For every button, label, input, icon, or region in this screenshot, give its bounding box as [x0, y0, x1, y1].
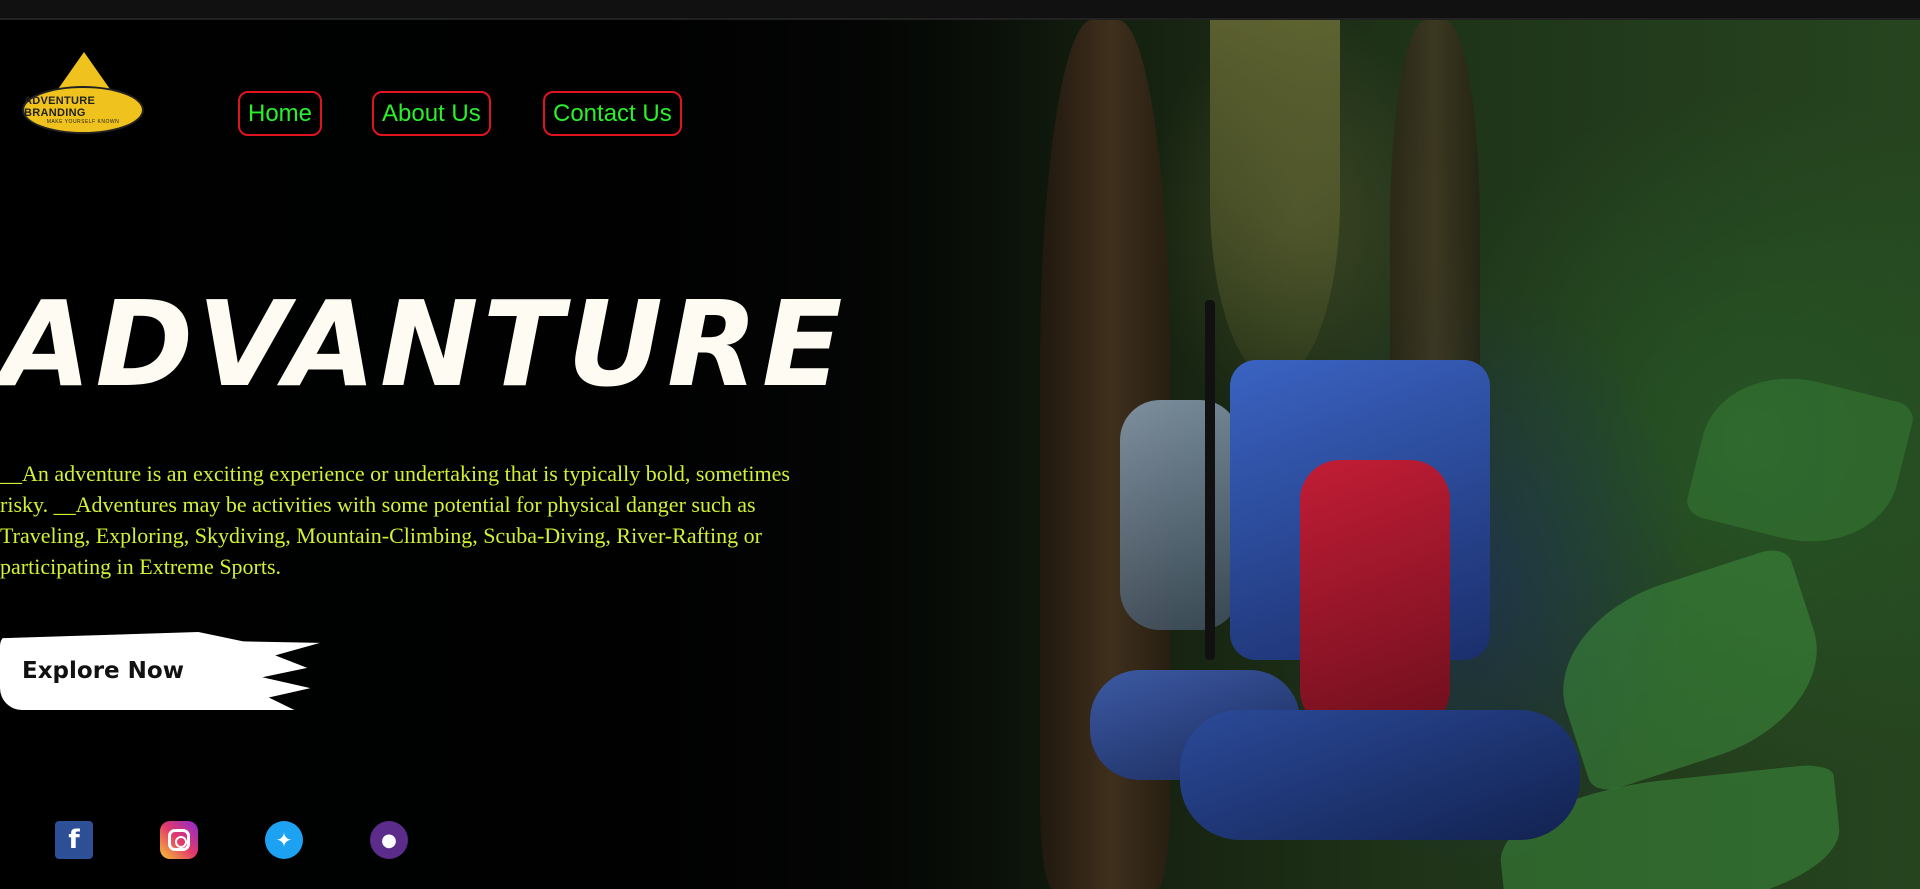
github-icon: ●	[370, 821, 408, 859]
trekking-pole	[1205, 300, 1215, 660]
hero-background-photo	[0, 20, 1920, 889]
hero-title: ADVANTURE	[0, 275, 847, 413]
facebook-link[interactable]: f	[54, 820, 94, 860]
facebook-icon: f	[55, 821, 93, 859]
brand-logo[interactable]: ADVENTURE BRANDING MAKE YOURSELF KNOWN	[22, 48, 144, 134]
hiker-backpack	[1300, 460, 1450, 730]
nav-contact-link[interactable]: Contact Us	[543, 91, 682, 136]
nav-home-link[interactable]: Home	[238, 91, 323, 136]
window-top-bar	[0, 0, 1920, 20]
twitter-icon: ✦	[265, 821, 303, 859]
sleeping-bag	[1180, 710, 1580, 840]
instagram-link[interactable]	[159, 820, 199, 860]
fern-foliage	[1538, 544, 1842, 796]
logo-line1: ADVENTURE BRANDING	[24, 95, 96, 119]
twitter-link[interactable]: ✦	[264, 820, 304, 860]
logo-badge: ADVENTURE BRANDING MAKE YOURSELF KNOWN	[22, 86, 144, 134]
instagram-icon	[160, 821, 198, 859]
nav-about-link[interactable]: About Us	[372, 91, 491, 136]
top-navigation: ADVENTURE BRANDING MAKE YOURSELF KNOWN H…	[0, 20, 1920, 136]
dark-overlay	[0, 20, 1100, 889]
github-link[interactable]: ●	[369, 820, 409, 860]
logo-line2: MAKE YOURSELF KNOWN	[46, 119, 120, 125]
hiker-backpack	[1120, 400, 1240, 630]
hero-description: __An adventure is an exciting experience…	[0, 461, 790, 579]
fern-foliage	[1683, 358, 1917, 562]
